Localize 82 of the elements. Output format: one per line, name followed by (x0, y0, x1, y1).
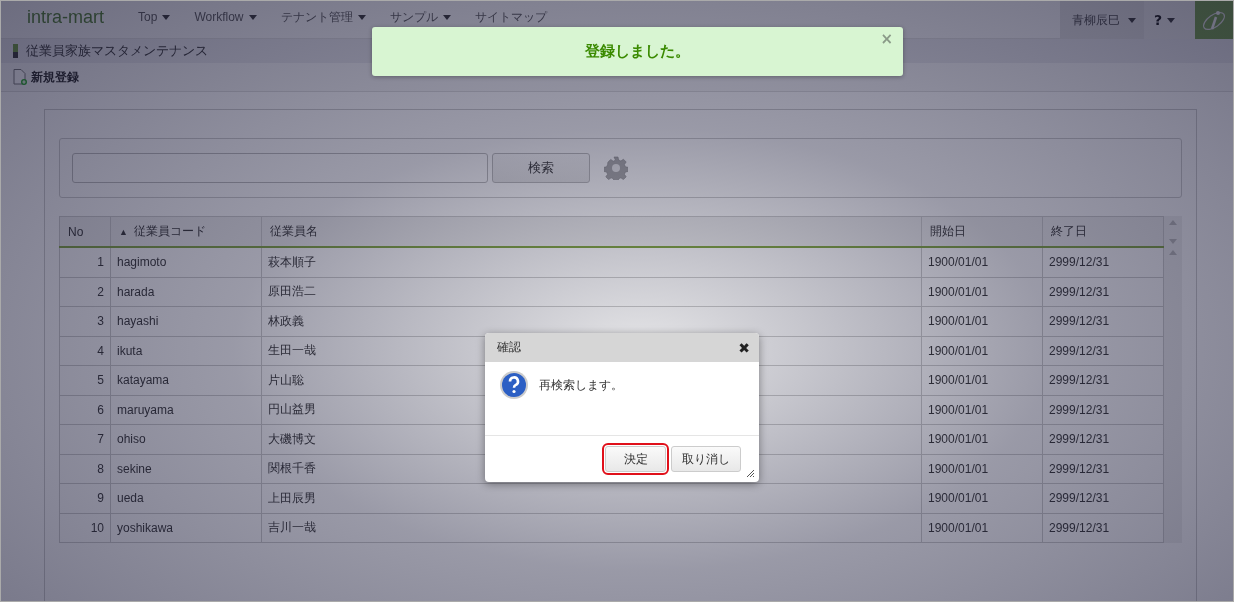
table-cell: 2999/12/31 (1042, 395, 1164, 425)
column-header[interactable]: ▲ 従業員コード (110, 216, 262, 247)
close-button[interactable]: × (880, 30, 893, 48)
table-cell: 1 (59, 247, 111, 277)
table-cell: katayama (110, 365, 262, 395)
table-cell: 2 (59, 277, 111, 307)
table-cell: 林政義 (261, 306, 922, 336)
table-cell: maruyama (110, 395, 262, 425)
table-cell: 1900/01/01 (921, 247, 1043, 277)
column-header[interactable]: 従業員名 (261, 216, 922, 247)
nav-menu-item[interactable]: サイトマップ (462, 10, 559, 24)
table-cell: 1900/01/01 (921, 454, 1043, 484)
table-cell: 2999/12/31 (1042, 336, 1164, 366)
dialog-message: 再検索します。 (539, 377, 623, 394)
table-cell: 2999/12/31 (1042, 306, 1164, 336)
table-cell: 2999/12/31 (1042, 247, 1164, 277)
nav-menu-item[interactable]: Workflow (182, 10, 269, 24)
column-header[interactable]: 開始日 (921, 216, 1043, 247)
table-cell: 5 (59, 365, 111, 395)
resize-grip-icon[interactable] (747, 470, 754, 477)
caret-icon (248, 14, 257, 20)
new-document-icon[interactable] (13, 69, 27, 85)
table-cell: 2999/12/31 (1042, 454, 1164, 484)
table-cell: 1900/01/01 (921, 483, 1043, 513)
new-entry-link[interactable]: 新規登録 (31, 68, 79, 86)
question-icon (499, 370, 529, 400)
caret-icon (442, 14, 451, 20)
table-cell: 9 (59, 483, 111, 513)
table-cell: 原田浩二 (261, 277, 922, 307)
table-cell: 2999/12/31 (1042, 424, 1164, 454)
table-cell: ueda (110, 483, 262, 513)
table-cell: 2999/12/31 (1042, 483, 1164, 513)
table-cell: 2999/12/31 (1042, 277, 1164, 307)
table-cell: 3 (59, 306, 111, 336)
caret-icon (162, 14, 171, 20)
table-cell: 2999/12/31 (1042, 365, 1164, 395)
close-button[interactable]: ✖ (738, 339, 750, 356)
column-header[interactable]: No (59, 216, 111, 247)
table-cell: 8 (59, 454, 111, 484)
scroll-bar[interactable] (1164, 216, 1182, 543)
nav-menu-item[interactable]: テナント管理 (268, 10, 378, 24)
search-button[interactable]: 検索 (492, 153, 590, 183)
table-cell: hayashi (110, 306, 262, 336)
logo[interactable]: intra-mart (27, 8, 104, 26)
table-cell: 4 (59, 336, 111, 366)
table-cell: 10 (59, 513, 111, 543)
table-cell: yoshikawa (110, 513, 262, 543)
table-cell: 吉川一哉 (261, 513, 922, 543)
table-cell: 1900/01/01 (921, 277, 1043, 307)
nav-menu-item[interactable]: サンプル (377, 10, 463, 24)
caret-icon (1167, 17, 1175, 23)
table-cell: 6 (59, 395, 111, 425)
table-cell: 1900/01/01 (921, 336, 1043, 366)
dialog-title: 確認 (497, 339, 521, 356)
table-cell: hagimoto (110, 247, 262, 277)
table-cell: 1900/01/01 (921, 365, 1043, 395)
search-field[interactable] (72, 153, 488, 183)
brand-icon[interactable] (1195, 1, 1233, 39)
table-cell: 萩本順子 (261, 247, 922, 277)
dialog-button[interactable]: 決定 (605, 446, 666, 472)
table-cell: 1900/01/01 (921, 424, 1043, 454)
table-cell: 1900/01/01 (921, 513, 1043, 543)
dialog-button[interactable]: 取り消し (671, 446, 741, 472)
gear-icon[interactable] (604, 156, 628, 180)
toast-message: 登録しました。 (585, 42, 690, 61)
user-menu[interactable]: 青柳辰巳 (1059, 1, 1144, 39)
table-cell: sekine (110, 454, 262, 484)
help-menu[interactable]: ? (1143, 1, 1195, 39)
table-cell: 7 (59, 424, 111, 454)
table-cell: harada (110, 277, 262, 307)
title-marker-icon (13, 44, 18, 58)
nav-menu-item[interactable]: Top (126, 10, 183, 24)
caret-icon (1127, 17, 1136, 23)
table-cell: ikuta (110, 336, 262, 366)
table-cell: 上田辰男 (261, 483, 922, 513)
table-cell: 1900/01/01 (921, 395, 1043, 425)
caret-icon (357, 14, 366, 20)
page-title: 従業員家族マスタメンテナンス (26, 42, 208, 60)
table-cell: ohiso (110, 424, 262, 454)
table-cell: 1900/01/01 (921, 306, 1043, 336)
column-header[interactable]: 終了日 (1042, 216, 1164, 247)
table-cell: 2999/12/31 (1042, 513, 1164, 543)
